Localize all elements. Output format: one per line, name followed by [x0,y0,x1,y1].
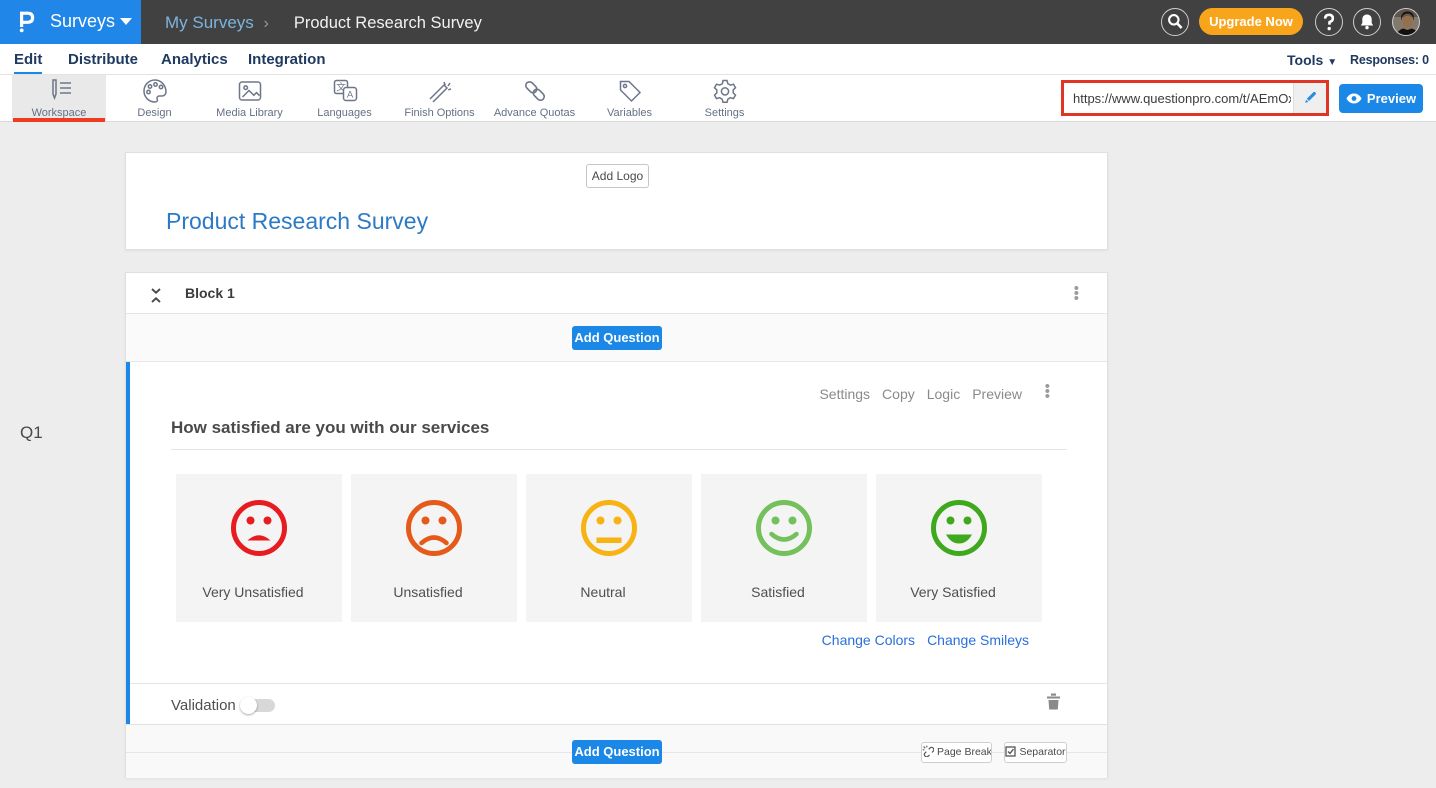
svg-text:A: A [346,90,353,101]
